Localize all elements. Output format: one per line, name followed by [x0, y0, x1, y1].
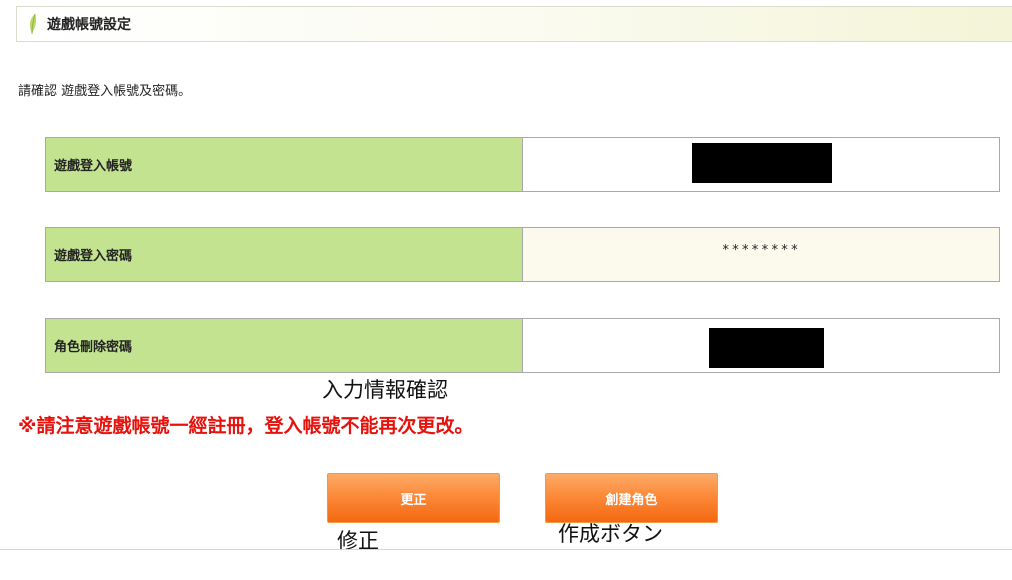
page-title: 遊戲帳號設定 — [47, 17, 131, 33]
field-label-account: 遊戲登入帳號 — [46, 138, 523, 191]
field-value-delete-password — [523, 319, 999, 372]
divider — [0, 549, 1012, 550]
redacted-block — [709, 328, 824, 368]
modify-button[interactable]: 更正 — [327, 473, 500, 523]
field-row-delete-password: 角色刪除密碼 — [45, 318, 1000, 373]
password-masked: ******** — [721, 243, 801, 258]
leaf-icon — [30, 13, 37, 35]
instruction-text: 請確認 遊戲登入帳號及密碼。 — [18, 84, 192, 99]
field-row-password: 遊戲登入密碼 ******** — [45, 227, 1000, 282]
section-header: 遊戲帳號設定 — [16, 6, 1012, 42]
field-row-account: 遊戲登入帳號 — [45, 137, 1000, 192]
field-value-password: ******** — [523, 228, 999, 281]
field-label-delete-password: 角色刪除密碼 — [46, 319, 523, 372]
create-character-button[interactable]: 創建角色 — [545, 473, 718, 523]
field-label-password: 遊戲登入密碼 — [46, 228, 523, 281]
annotation-create-button: 作成ボタン — [558, 522, 663, 546]
field-value-account — [523, 138, 999, 191]
warning-text: ※請注意遊戲帳號一經註冊，登入帳號不能再次更改。 — [18, 415, 474, 437]
annotation-confirm-info: 入力情報確認 — [322, 378, 448, 402]
redacted-block — [692, 143, 832, 183]
